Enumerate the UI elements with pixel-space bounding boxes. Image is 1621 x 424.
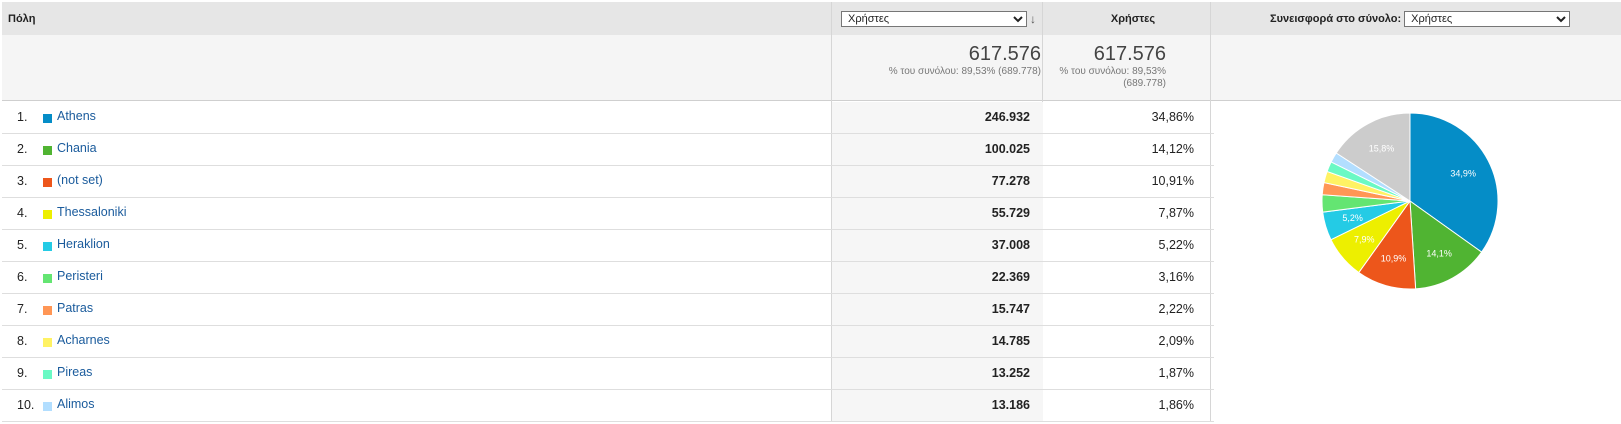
series-swatch (43, 274, 52, 283)
totals-row: 617.576 % του συνόλου: 89,53% (689.778) … (2, 35, 1621, 101)
row-number: 3. (17, 174, 28, 188)
table-row: 5. Heraklion 37.008 5,22% (2, 230, 1214, 262)
row-number: 7. (17, 302, 28, 316)
users-value: 14.785 (991, 334, 1030, 348)
row-number: 5. (17, 238, 28, 252)
metric-selector-cell: Χρήστες ↓ (841, 2, 1036, 35)
series-swatch (43, 114, 52, 123)
users-value: 13.252 (991, 366, 1030, 380)
city-link[interactable]: Alimos (57, 397, 95, 411)
pie-slice-label: 14,1% (1426, 248, 1452, 258)
series-swatch (43, 338, 52, 347)
table-row: 8. Acharnes 14.785 2,09% (2, 326, 1214, 358)
contribution-pie-chart: 34,9% 14,1% 10,9% 7,9% 5,2% 15,8% (1321, 112, 1499, 290)
column-header-city[interactable]: Πόλη (8, 2, 36, 35)
percent-value: 7,87% (1158, 206, 1194, 220)
series-swatch (43, 306, 52, 315)
users-value: 22.369 (991, 270, 1030, 284)
city-link[interactable]: Thessaloniki (57, 205, 126, 219)
users2-total-subtext-line1: % του συνόλου: 89,53% (1059, 66, 1166, 77)
users-value: 100.025 (984, 142, 1030, 156)
contribution-select[interactable]: Χρήστες (1404, 10, 1571, 27)
users-total-value: 617.576 (968, 43, 1041, 65)
row-number: 8. (17, 334, 28, 348)
city-link[interactable]: (not set) (57, 173, 103, 187)
city-link[interactable]: Patras (57, 301, 93, 315)
users2-total-subtext-line2: (689.778) (1123, 78, 1166, 89)
series-swatch (43, 402, 52, 411)
users2-total-value: 617.576 (1093, 43, 1166, 65)
table-row: 9. Pireas 13.252 1,87% (2, 358, 1214, 390)
percent-value: 10,91% (1151, 174, 1194, 188)
series-swatch (43, 178, 52, 187)
percent-value: 5,22% (1158, 238, 1194, 252)
city-link[interactable]: Acharnes (57, 333, 110, 347)
users2-total: 617.576 % του συνόλου: 89,53% (689.778) (1043, 43, 1166, 90)
row-number: 4. (17, 206, 28, 220)
city-link[interactable]: Athens (57, 109, 96, 123)
percent-value: 2,22% (1158, 302, 1194, 316)
percent-value: 34,86% (1151, 110, 1194, 124)
column-header-users[interactable]: Χρήστες (1052, 2, 1214, 35)
contribution-header: Συνεισφορά στο σύνολο: Χρήστες (1270, 2, 1571, 35)
users-value: 37.008 (991, 238, 1030, 252)
row-number: 10. (17, 398, 35, 412)
series-swatch (43, 146, 52, 155)
pie-slice-label: 34,9% (1450, 169, 1476, 179)
table-row: 6. Peristeri 22.369 3,16% (2, 262, 1214, 294)
sort-descending-icon[interactable]: ↓ (1030, 12, 1036, 26)
percent-value: 14,12% (1151, 142, 1194, 156)
report-table: Πόλη Χρήστες ↓ Χρήστες Συνεισφορά στο σύ… (0, 0, 1621, 424)
users-value: 77.278 (991, 174, 1030, 188)
table-row: 10. Alimos 13.186 1,86% (2, 390, 1214, 422)
series-swatch (43, 370, 52, 379)
users-value: 246.932 (984, 110, 1030, 124)
row-number: 1. (17, 110, 28, 124)
series-swatch (43, 210, 52, 219)
pie-slice-label: 5,2% (1342, 213, 1363, 223)
pie-slice-label: 10,9% (1381, 254, 1407, 264)
table-row: 3. (not set) 77.278 10,91% (2, 166, 1214, 198)
users-value: 15.747 (991, 302, 1030, 316)
users-value: 55.729 (991, 206, 1030, 220)
table-row: 1. Athens 246.932 34,86% (2, 102, 1214, 134)
users-value: 13.186 (991, 398, 1030, 412)
percent-value: 1,87% (1158, 366, 1194, 380)
table-row: 4. Thessaloniki 55.729 7,87% (2, 198, 1214, 230)
pie-slice-label: 7,9% (1354, 235, 1375, 245)
row-number: 9. (17, 366, 28, 380)
row-number: 6. (17, 270, 28, 284)
table-row: 2. Chania 100.025 14,12% (2, 134, 1214, 166)
table-row: 7. Patras 15.747 2,22% (2, 294, 1214, 326)
contribution-label: Συνεισφορά στο σύνολο: (1270, 12, 1402, 25)
metric-select[interactable]: Χρήστες (841, 10, 1027, 27)
users-total-subtext: % του συνόλου: 89,53% (689.778) (888, 66, 1041, 77)
table-header: Πόλη Χρήστες ↓ Χρήστες Συνεισφορά στο σύ… (2, 2, 1621, 35)
pie-slice-label: 15,8% (1369, 143, 1395, 153)
city-link[interactable]: Pireas (57, 365, 92, 379)
city-link[interactable]: Peristeri (57, 269, 103, 283)
city-link[interactable]: Heraklion (57, 237, 110, 251)
row-number: 2. (17, 142, 28, 156)
percent-value: 2,09% (1158, 334, 1194, 348)
series-swatch (43, 242, 52, 251)
users-total: 617.576 % του συνόλου: 89,53% (689.778) (832, 43, 1041, 78)
percent-value: 1,86% (1158, 398, 1194, 412)
city-link[interactable]: Chania (57, 141, 97, 155)
percent-value: 3,16% (1158, 270, 1194, 284)
